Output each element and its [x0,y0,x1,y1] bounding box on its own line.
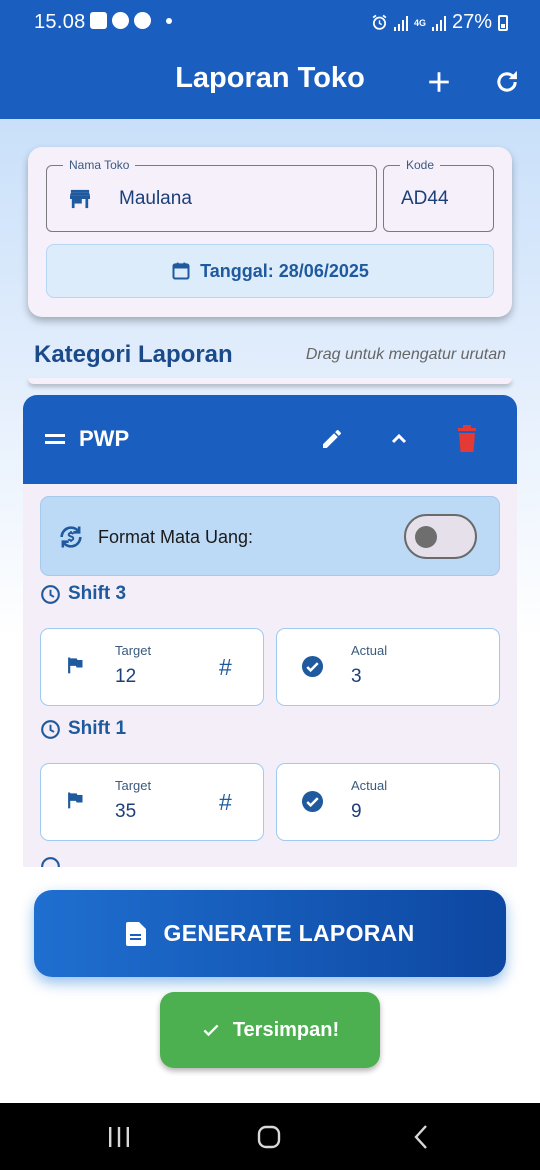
chevron-up-icon [391,433,407,444]
target-value: 35 [115,801,137,822]
check-icon [203,1024,219,1037]
flag-icon [68,792,83,809]
store-code-label: Kode [400,158,441,172]
shift-title-text: Shift 3 [68,583,127,604]
check-circle-icon [301,790,324,813]
section-hint: Drag untuk mengatur urutan [305,346,506,363]
shift-title-text: Shift 1 [68,718,127,739]
home-button[interactable] [254,1122,284,1152]
currency-format-switch[interactable] [404,514,477,559]
currency-format-row: Format Mata Uang: [40,496,500,576]
document-icon [125,921,146,946]
whatsapp-icon [112,12,129,29]
app-bar: Laporan Toko [0,44,540,119]
actual-input[interactable]: Actual 3 [276,628,500,706]
number-icon: # [219,654,232,680]
status-right: 4G 27% [371,11,508,34]
date-picker-button[interactable]: Tanggal: 28/06/2025 [46,244,494,298]
collapse-category-button[interactable] [383,423,415,455]
target-input[interactable]: Target 35 # [40,763,264,841]
check-circle-icon [301,655,324,678]
delete-category-button[interactable] [451,423,483,455]
store-name-value: Maulana [119,188,192,209]
target-value: 12 [115,666,137,687]
battery-icon [498,14,508,31]
alarm-icon [372,14,387,30]
calendar-icon [172,262,190,280]
switch-knob [415,526,437,548]
back-icon [414,1125,427,1149]
target-label: Target [115,778,152,793]
saved-toast-label: Tersimpan! [232,1018,340,1041]
status-bar: 15.08 4G 27% [0,0,540,44]
gallery-icon [90,12,107,29]
add-button[interactable] [421,64,457,100]
currency-exchange-icon [60,526,82,548]
currency-format-label: Format Mata Uang: [98,527,254,547]
actual-label: Actual [351,778,388,793]
edit-category-button[interactable] [316,423,348,455]
recent-apps-button[interactable] [104,1122,134,1152]
generate-report-button[interactable]: GENERATE LAPORAN [34,890,506,977]
notification-icons [90,12,172,29]
list-top-edge [28,378,512,384]
more-notifications-icon [166,17,172,24]
store-code-value: AD44 [401,188,449,209]
target-label: Target [115,643,152,658]
trash-icon [458,425,476,452]
category-name: PWP [79,426,130,451]
refresh-button[interactable] [489,64,525,100]
section-title: Kategori Laporan [34,341,233,368]
category-header[interactable]: PWP [23,395,517,484]
back-button[interactable] [406,1122,436,1152]
number-icon: # [219,789,232,815]
store-icon [70,189,90,209]
recent-apps-icon [109,1127,129,1147]
store-code-field[interactable]: Kode AD44 [383,158,494,232]
actual-value: 3 [351,666,362,687]
target-input[interactable]: Target 12 # [40,628,264,706]
store-info-card: Nama Toko Maulana Kode AD44 Tanggal: 28/… [28,147,512,317]
signal-2-icon [431,15,446,31]
clock-icon [41,719,60,739]
signal-1-icon [393,15,408,31]
actual-label: Actual [351,643,388,658]
plus-icon [429,72,449,92]
refresh-icon [497,71,517,92]
network-type: 4G [413,17,426,28]
clock-icon [41,584,60,604]
generate-report-label: GENERATE LAPORAN [163,920,415,946]
status-time: 15.08 [34,11,86,33]
actual-input[interactable]: Actual 9 [276,763,500,841]
page-title: Laporan Toko [175,62,365,94]
category-body: Format Mata Uang: Shift 3 Target 12 # Ac… [23,484,517,867]
drag-handle-icon[interactable] [44,431,66,447]
date-label: Tanggal: 28/06/2025 [200,260,369,281]
category-card: PWP Format Mata Uang: Shift 3 Target 12 [23,395,517,867]
saved-toast: Tersimpan! [160,992,380,1068]
shift-title: Shift 1 [40,718,126,740]
battery-percent: 27% [451,11,492,33]
pencil-icon [323,429,341,448]
store-name-label: Nama Toko [63,158,136,172]
flag-icon [68,657,83,674]
home-icon [257,1125,281,1149]
system-nav-bar [0,1103,540,1170]
store-name-field[interactable]: Nama Toko Maulana [46,158,377,232]
app-notification-icon [134,12,151,29]
shift-title: Shift 3 [40,583,126,605]
actual-value: 9 [351,801,362,822]
clock-icon [41,857,60,867]
